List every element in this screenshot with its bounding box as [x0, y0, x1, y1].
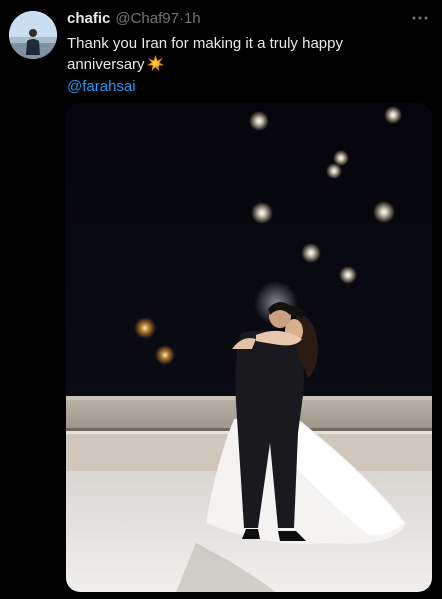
more-horizontal-icon [412, 16, 428, 20]
tweet-photo[interactable] [66, 103, 432, 592]
collision-emoji-icon [146, 55, 164, 78]
wedding-photo [66, 103, 432, 592]
avatar-photo [9, 11, 57, 59]
tweet-body: Thank you Iran for making it a truly hap… [67, 35, 343, 73]
display-name[interactable]: chafic [67, 10, 110, 27]
timestamp[interactable]: 1h [184, 10, 201, 27]
avatar[interactable] [9, 11, 57, 59]
tweet-card: chafic @Chaf97 · 1h Thank you Iran for m… [0, 0, 442, 599]
user-handle[interactable]: @Chaf97 [115, 10, 179, 27]
mention-link[interactable]: @farahsai [67, 76, 136, 97]
tweet-header: chafic @Chaf97 · 1h [67, 10, 201, 30]
more-options-button[interactable] [410, 10, 430, 26]
tweet-text: Thank you Iran for making it a truly hap… [67, 33, 397, 78]
